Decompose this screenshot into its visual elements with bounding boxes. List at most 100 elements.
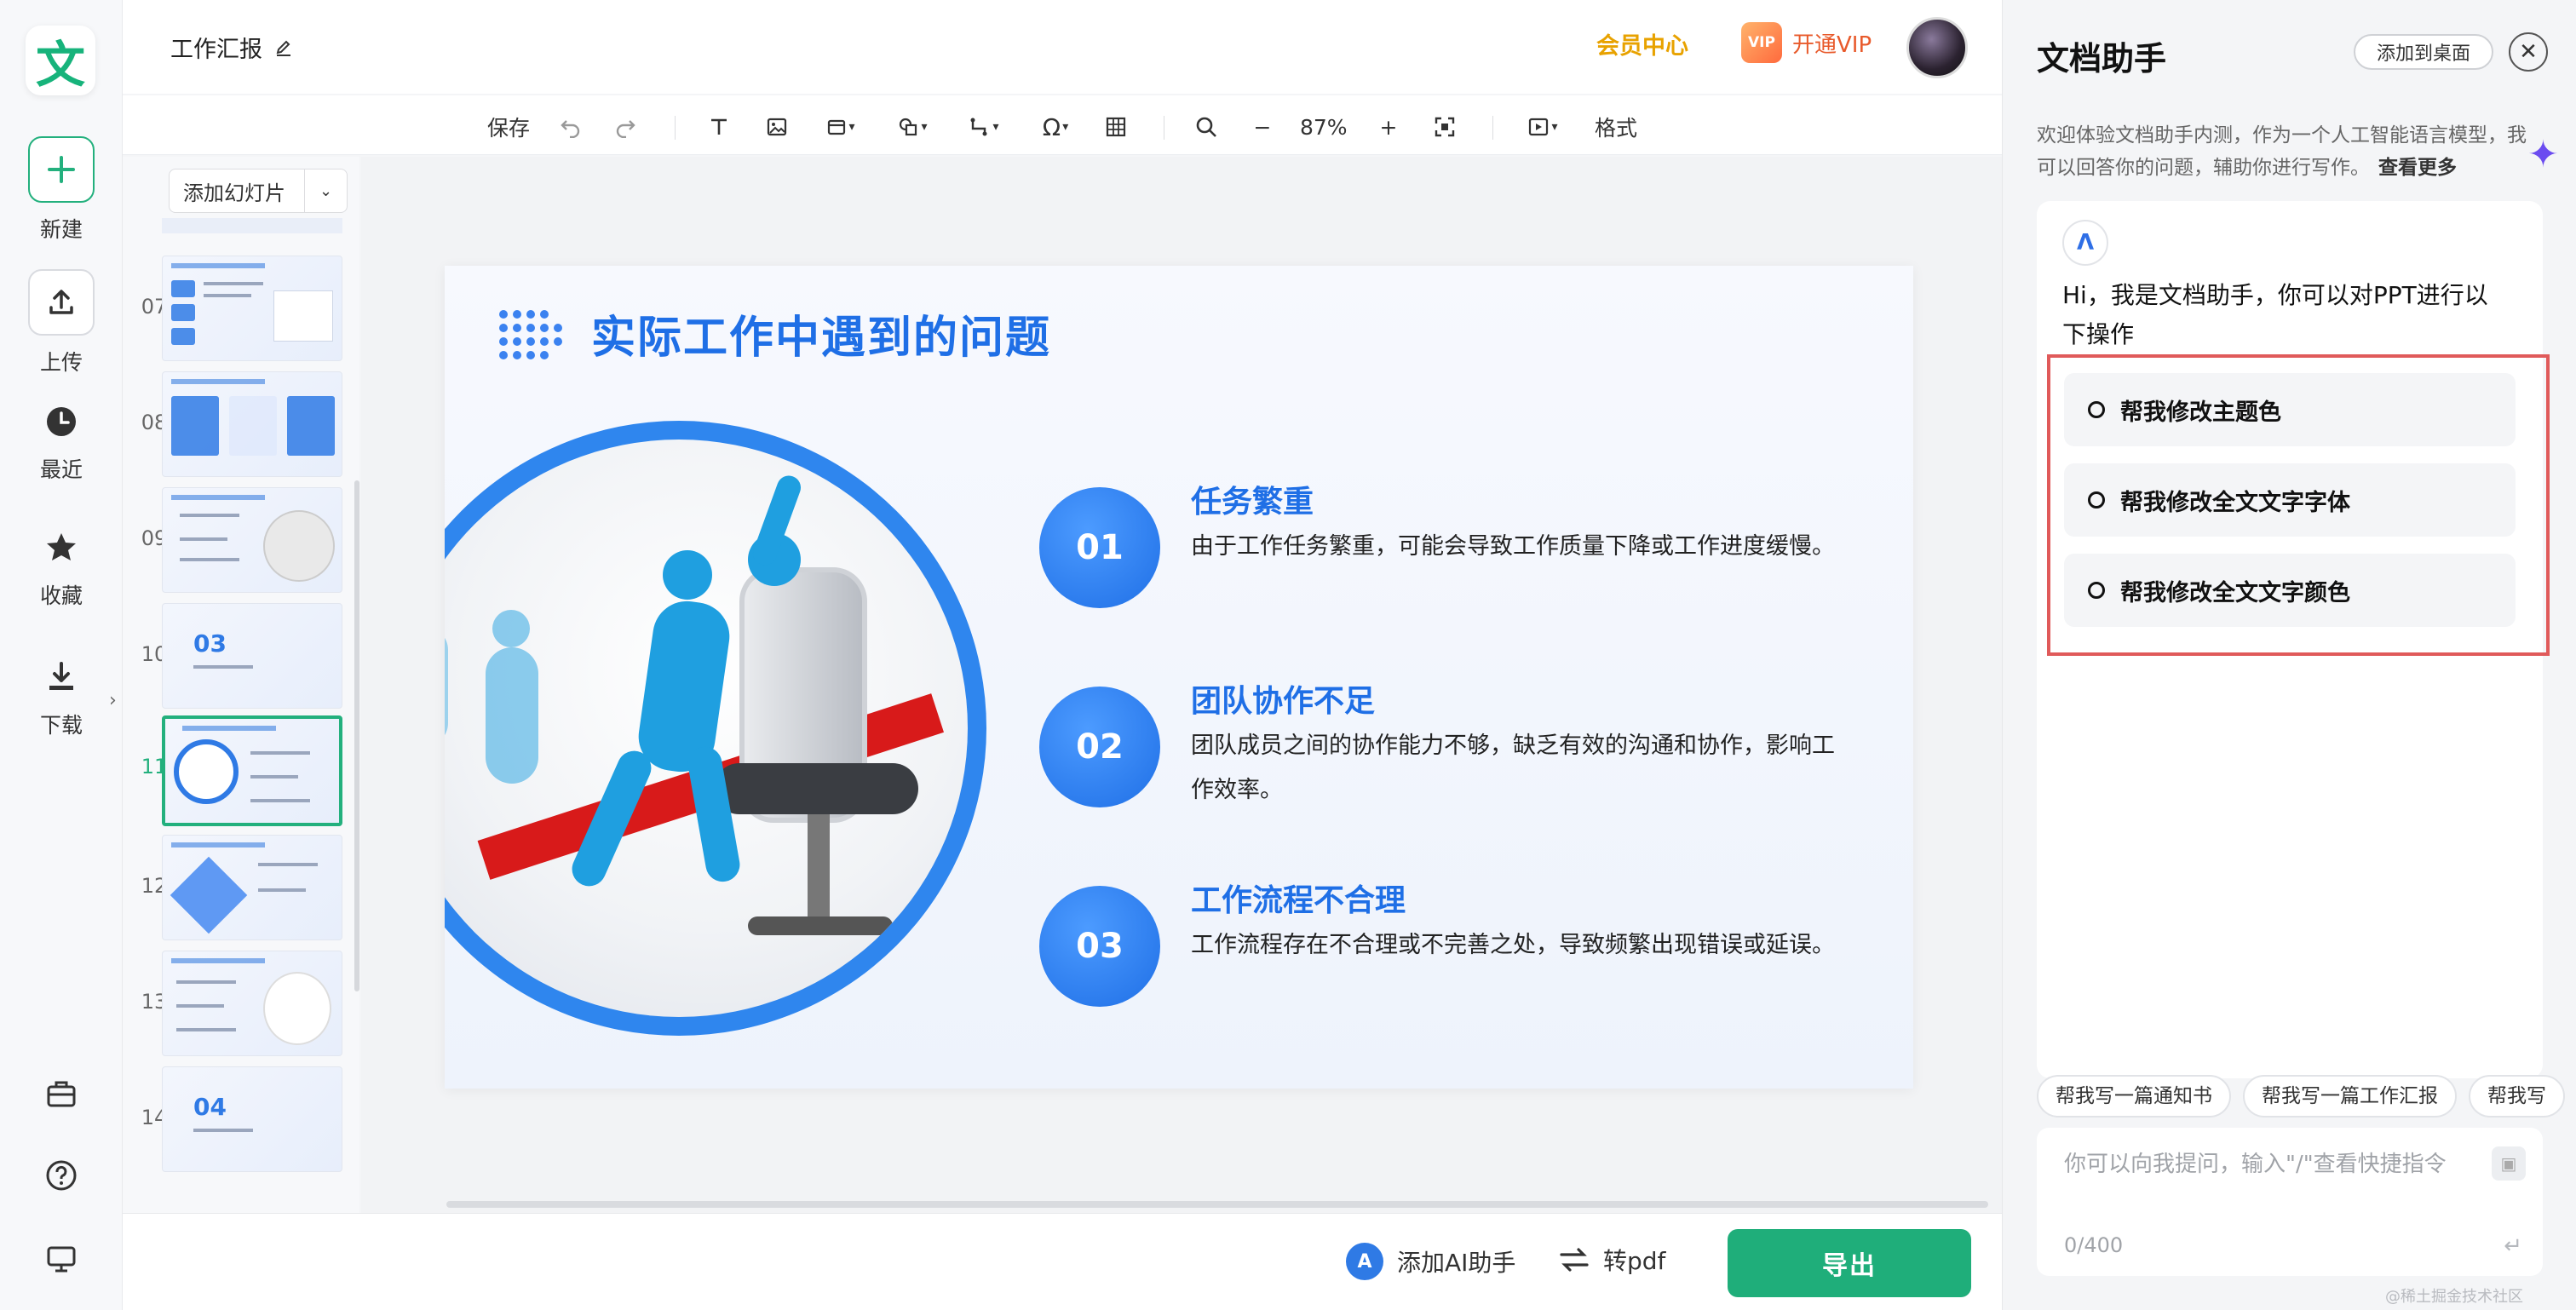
chevron-down-icon: ▾ xyxy=(848,120,855,134)
convert-pdf-button[interactable]: 转pdf xyxy=(1559,1243,1665,1277)
save-button[interactable]: 保存 xyxy=(487,112,530,141)
plus-icon[interactable] xyxy=(28,136,95,203)
export-button[interactable]: 导出 xyxy=(1728,1229,1971,1297)
issue-number-badge: 03 xyxy=(1039,886,1160,1007)
slide-thumbnail-selected[interactable] xyxy=(162,715,342,826)
shapes-dropdown[interactable]: ▾ xyxy=(889,112,935,141)
slide-thumb-row[interactable]: 08 xyxy=(123,371,359,477)
table-shape-dropdown[interactable]: ▾ xyxy=(818,112,864,141)
send-icon[interactable]: ↵ xyxy=(2504,1233,2522,1259)
symbol-omega-dropdown[interactable]: Ω ▾ xyxy=(1032,112,1078,141)
editor-toolbar: 保存 ▾ ▾ ▾ Ω ▾ − 87% + ▾ 格式 xyxy=(123,95,2002,155)
issue-body: 由于工作任务繁重，可能会导致工作质量下降或工作进度缓慢。 xyxy=(1191,533,1835,560)
slide-thumbnail[interactable]: 04 xyxy=(162,1066,342,1172)
see-more-link[interactable]: 查看更多 xyxy=(2378,157,2457,179)
search-icon[interactable] xyxy=(1189,112,1223,141)
zoom-level[interactable]: 87% xyxy=(1300,112,1348,141)
attachment-icon[interactable]: ▣ xyxy=(2492,1146,2526,1181)
suggestion-font[interactable]: 帮我修改全文文字字体 xyxy=(2064,463,2516,537)
add-slide-button[interactable]: 添加幻灯片 ⌄ xyxy=(169,169,348,213)
upload-icon[interactable] xyxy=(28,269,95,336)
rail-new-label: 新建 xyxy=(39,217,83,242)
slides-scrollbar[interactable] xyxy=(354,480,359,991)
vip-gift-icon: VIP xyxy=(1741,22,1782,63)
rail-download-label: 下载 xyxy=(39,713,83,738)
decorative-dots xyxy=(499,310,562,361)
hero-image xyxy=(445,440,968,1017)
close-icon[interactable]: ✕ xyxy=(2509,32,2548,72)
rail-upload-label: 上传 xyxy=(39,350,83,375)
toolbox-icon[interactable] xyxy=(44,1077,78,1114)
hero-image-circle[interactable] xyxy=(445,421,986,1036)
redo-icon[interactable] xyxy=(608,112,642,141)
slide-thumb-row[interactable]: 12 xyxy=(123,835,359,940)
slide-thumb-row[interactable]: 10 03 xyxy=(123,603,359,709)
star-icon[interactable] xyxy=(28,526,95,569)
slide-thumb-row[interactable]: 09 xyxy=(123,487,359,593)
circle-icon xyxy=(2088,491,2105,508)
toolbar-divider xyxy=(675,116,676,140)
current-slide[interactable]: 实际工作中遇到的问题 01 任务繁重 由于工作任务繁重，可能会导致工作质量下降或… xyxy=(445,266,1913,1089)
member-center-link[interactable]: 会员中心 xyxy=(1596,27,1688,60)
download-icon[interactable] xyxy=(28,656,95,698)
open-vip-button[interactable]: VIP 开通VIP xyxy=(1741,22,1872,63)
slide-thumb-row[interactable]: 14 04 xyxy=(123,1066,359,1172)
assistant-input-placeholder[interactable]: 你可以向我提问，输入"/"查看快捷指令 xyxy=(2064,1146,2447,1178)
slide-thumb-row[interactable]: 13 xyxy=(123,951,359,1056)
rail-recent[interactable]: 最近 xyxy=(0,400,123,484)
quick-prompt-chips: 帮我写一篇通知书 帮我写一篇工作汇报 帮我写 xyxy=(2037,1075,2576,1118)
slide-title[interactable]: 实际工作中遇到的问题 xyxy=(591,302,1051,365)
thumb-section-number: 04 xyxy=(193,1093,227,1121)
suggestion-text-color[interactable]: 帮我修改全文文字颜色 xyxy=(2064,554,2516,627)
add-ai-helper-button[interactable]: A 添加AI助手 xyxy=(1346,1243,1515,1280)
canvas-horizontal-scrollbar[interactable] xyxy=(446,1201,1988,1208)
assistant-intro: 欢迎体验文档助手内测，作为一个人工智能语言模型，我可以回答你的问题，辅助你进行写… xyxy=(2037,119,2539,184)
doc-title[interactable]: 工作汇报 xyxy=(170,31,293,64)
rail-recent-label: 最近 xyxy=(39,457,83,482)
zoom-out-button[interactable]: − xyxy=(1245,112,1279,141)
assistant-input[interactable]: 你可以向我提问，输入"/"查看快捷指令 ▣ 0/400 ↵ xyxy=(2037,1128,2543,1276)
quick-prompt-chip[interactable]: 帮我写 xyxy=(2469,1075,2565,1118)
add-to-desktop-button[interactable]: 添加到桌面 xyxy=(2354,34,2493,70)
suggestion-label: 帮我修改全文文字字体 xyxy=(2120,489,2350,516)
slide-thumb-row[interactable]: 07 xyxy=(123,256,359,361)
add-ai-helper-label: 添加AI助手 xyxy=(1397,1249,1516,1277)
rail-upload[interactable]: 上传 xyxy=(0,269,123,376)
play-dropdown[interactable]: ▾ xyxy=(1520,112,1566,141)
thumb-partial[interactable] xyxy=(162,218,342,233)
circle-icon xyxy=(2088,401,2105,418)
add-slide-label: 添加幻灯片 xyxy=(183,181,285,205)
user-avatar[interactable] xyxy=(1906,17,1968,78)
help-icon[interactable] xyxy=(44,1158,78,1196)
quick-prompt-chip[interactable]: 帮我写一篇工作汇报 xyxy=(2243,1075,2457,1118)
slide-thumbnail[interactable] xyxy=(162,835,342,940)
slide-thumbnail[interactable] xyxy=(162,371,342,477)
edit-pencil-icon[interactable] xyxy=(274,38,293,57)
quick-prompt-chip[interactable]: 帮我写一篇通知书 xyxy=(2037,1075,2231,1118)
fit-screen-icon[interactable] xyxy=(1428,112,1462,141)
text-tool-icon[interactable] xyxy=(702,112,736,141)
rail-download[interactable]: 下载 xyxy=(0,656,123,739)
slide-thumbnail[interactable] xyxy=(162,256,342,361)
table-grid-icon[interactable] xyxy=(1099,112,1133,141)
zoom-in-button[interactable]: + xyxy=(1371,112,1406,141)
clock-icon[interactable] xyxy=(28,400,95,443)
omega-icon: Ω xyxy=(1042,112,1061,141)
format-button[interactable]: 格式 xyxy=(1595,112,1637,141)
desktop-icon[interactable] xyxy=(44,1242,78,1279)
slide-thumb-row-active[interactable]: 11 xyxy=(123,715,359,826)
suggestion-theme-color[interactable]: 帮我修改主题色 xyxy=(2064,373,2516,446)
rail-favorites[interactable]: 收藏 xyxy=(0,526,123,610)
slide-thumbnail[interactable] xyxy=(162,487,342,593)
undo-icon[interactable] xyxy=(554,112,588,141)
assistant-logo-icon: Λ xyxy=(2062,220,2108,266)
connector-dropdown[interactable]: ▾ xyxy=(961,112,1007,141)
app-logo[interactable]: 文 xyxy=(26,26,95,95)
suggestion-label: 帮我修改主题色 xyxy=(2120,399,2281,426)
sparkle-ai-icon[interactable]: ✦ xyxy=(2527,133,2570,176)
slide-thumbnail[interactable] xyxy=(162,951,342,1056)
image-tool-icon[interactable] xyxy=(760,112,794,141)
slide-thumbnail[interactable]: 03 xyxy=(162,603,342,709)
chevron-down-icon[interactable]: ⌄ xyxy=(304,169,347,212)
rail-new[interactable]: 新建 xyxy=(0,136,123,244)
